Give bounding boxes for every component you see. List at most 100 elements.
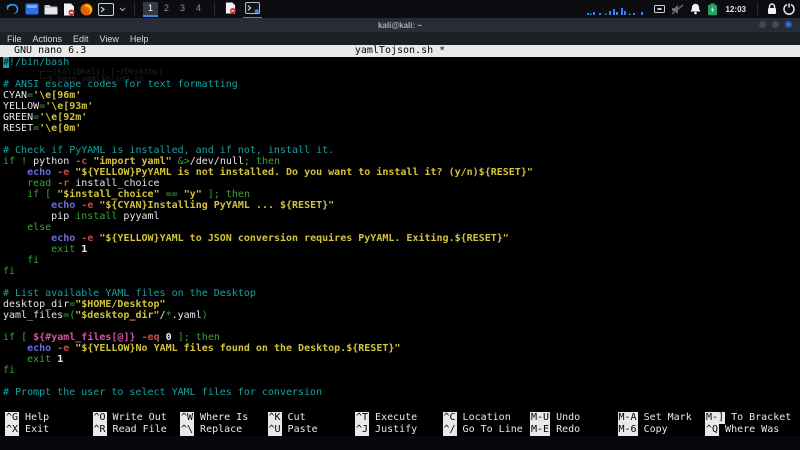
chevron-down-icon[interactable] [119, 2, 126, 17]
desktop-background [0, 436, 800, 450]
shortcut-key: ^\ [180, 424, 194, 436]
menu-actions[interactable]: Actions [33, 34, 63, 44]
shortcut-to-bracket[interactable]: M-]To Bracket [700, 412, 788, 424]
menu-view[interactable]: View [100, 34, 119, 44]
shortcut-where-was[interactable]: ^QWhere Was [700, 424, 788, 436]
shortcut-label: Where Is [200, 412, 248, 424]
code-line: fi [3, 266, 800, 277]
shortcut-go-to-line[interactable]: ^/Go To Line [438, 424, 526, 436]
code-line [3, 277, 800, 288]
taskbar-terminal-window[interactable] [243, 0, 262, 19]
notifications-bell-icon[interactable] [690, 2, 701, 17]
code-line: if ! python -c "import yaml" &>/dev/null… [3, 156, 800, 167]
terminal-content: GNU nano 6.3 yamlTojson.sh * ┌──(kali@ka… [0, 45, 800, 436]
shortcut-key: ^O [93, 412, 107, 424]
code-line: exit 1 [3, 244, 800, 255]
menu-edit[interactable]: Edit [73, 34, 89, 44]
shortcut-copy[interactable]: M-6Copy [613, 424, 701, 436]
shortcut-paste[interactable]: ^UPaste [263, 424, 351, 436]
shortcut-key: ^K [268, 412, 282, 424]
shortcut-execute[interactable]: ^T Execute [350, 412, 438, 424]
shortcut-justify[interactable]: ^JJustify [350, 424, 438, 436]
nano-editor[interactable]: ┌──(kali@kali)-[~/Desktop] └─$ nano yaml… [0, 57, 800, 412]
shortcut-replace[interactable]: ^\ Replace [175, 424, 263, 436]
shortcut-key: ^X [5, 424, 19, 436]
shortcut-label: Copy [644, 424, 668, 436]
shortcut-key: ^/ [443, 424, 457, 436]
power-icon[interactable] [783, 2, 795, 17]
workspace-1[interactable]: 1 [143, 2, 158, 17]
code-line: #!/bin/bash [3, 57, 800, 68]
maximize-button[interactable] [772, 21, 779, 28]
code-line: echo -e "${YELLOW}PyYAML is not installe… [3, 167, 800, 178]
panel-clock[interactable]: 12:03 [726, 5, 746, 14]
code-line: desktop_dir="$HOME/Desktop" [3, 299, 800, 310]
workspace-4[interactable]: 4 [191, 2, 206, 17]
menu-help[interactable]: Help [130, 34, 149, 44]
terminal-titlebar[interactable]: kali@kali: ~ [0, 18, 800, 32]
shortcut-read-file[interactable]: ^RRead File [88, 424, 176, 436]
terminal-launcher-icon[interactable] [98, 2, 114, 17]
shortcut-key: M-E [530, 424, 550, 436]
code-line [3, 134, 800, 145]
file-manager-icon[interactable] [25, 2, 39, 17]
shortcut-set-mark[interactable]: M-ASet Mark [613, 412, 701, 424]
cpu-graph-icon[interactable] [583, 2, 649, 17]
code-line [3, 376, 800, 387]
panel-separator [214, 3, 215, 15]
shortcut-label: Location [463, 412, 511, 424]
code-line [3, 321, 800, 332]
shortcut-exit[interactable]: ^XExit [0, 424, 88, 436]
code-line: # Prompt the user to select YAML files f… [3, 387, 800, 398]
close-button[interactable] [785, 21, 792, 28]
nano-titlebar: GNU nano 6.3 yamlTojson.sh * [0, 45, 800, 57]
code-line: if [ "$install_choice" == "y" ]; then [3, 189, 800, 200]
workspace-3[interactable]: 3 [175, 2, 190, 17]
menu-file[interactable]: File [7, 34, 22, 44]
shortcut-redo[interactable]: M-E Redo [525, 424, 613, 436]
shortcut-key: ^T [355, 412, 369, 424]
code-line: YELLOW='\e[93m' [3, 101, 800, 112]
shortcut-help[interactable]: ^GHelp [0, 412, 88, 424]
shortcut-cut[interactable]: ^KCut [263, 412, 351, 424]
shortcut-write-out[interactable]: ^O Write Out [88, 412, 176, 424]
audio-muted-icon[interactable] [671, 2, 684, 17]
lock-icon[interactable] [767, 2, 777, 17]
battery-icon[interactable] [707, 2, 718, 17]
nano-shortcut-bar: ^GHelp ^O Write Out ^W Where Is ^KCut ^T Execut… [0, 412, 800, 436]
workspace-2[interactable]: 2 [159, 2, 174, 17]
code-line: # ANSI escape codes for text formatting [3, 79, 800, 90]
shortcut-label: Justify [375, 424, 417, 436]
shortcut-label: Write Out [113, 412, 167, 424]
code-line: fi [3, 255, 800, 266]
shortcut-label: Redo [556, 424, 580, 436]
shortcut-label: Execute [375, 412, 417, 424]
code-line: echo -e "${YELLOW}No YAML files found on… [3, 343, 800, 354]
kali-menu-icon[interactable] [5, 2, 20, 17]
code-line: else [3, 222, 800, 233]
code-line: CYAN='\e[96m' [3, 90, 800, 101]
shortcut-where-is[interactable]: ^W Where Is [175, 412, 263, 424]
code-line: if [ ${#yaml_files[@]} -eq 0 ]; then [3, 332, 800, 343]
shortcut-key: M-] [705, 412, 725, 424]
code-line: # List available YAML files on the Deskt… [3, 288, 800, 299]
taskbar-document-window[interactable] [223, 0, 238, 19]
text-editor-icon[interactable] [63, 2, 75, 17]
shortcut-label: Set Mark [644, 412, 692, 424]
shortcut-label: Undo [556, 412, 580, 424]
folder-icon[interactable] [44, 2, 58, 17]
display-icon[interactable] [654, 2, 665, 17]
code-line: read -r install_choice [3, 178, 800, 189]
shortcut-key: ^W [180, 412, 194, 424]
firefox-icon[interactable] [80, 2, 93, 17]
shortcut-key: ^R [93, 424, 107, 436]
minimize-button[interactable] [759, 21, 766, 28]
shortcut-location[interactable]: ^CLocation [438, 412, 526, 424]
terminal-menubar: File Actions Edit View Help [0, 32, 800, 45]
code-line: exit 1 [3, 354, 800, 365]
shortcut-label: Replace [200, 424, 242, 436]
shortcut-undo[interactable]: M-UUndo [525, 412, 613, 424]
code-line: echo -e "${CYAN}Installing PyYAML ... ${… [3, 200, 800, 211]
shortcut-key: ^Q [705, 424, 719, 436]
code-line: # Check if PyYAML is installed, and if n… [3, 145, 800, 156]
